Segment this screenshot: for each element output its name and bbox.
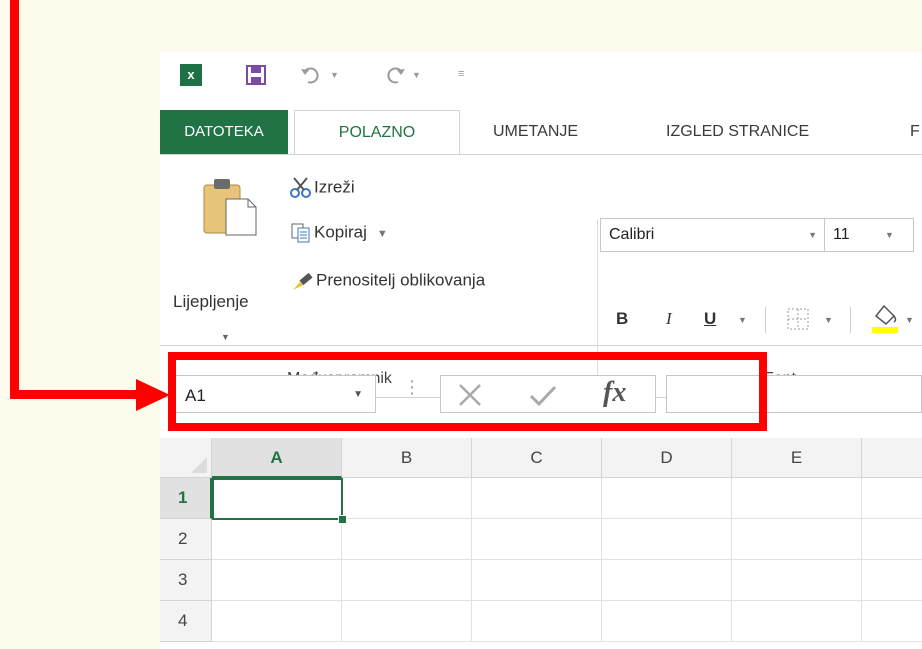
copy-button[interactable]: Kopiraj ▼ [290, 222, 388, 244]
column-header-e[interactable]: E [732, 438, 862, 478]
ribbon-tabs: DATOTEKA POLAZNO UMETANJE IZGLED STRANIC… [160, 110, 922, 156]
cell-f1[interactable] [862, 478, 922, 519]
borders-dropdown-icon[interactable]: ▼ [824, 315, 833, 325]
cell-f3[interactable] [862, 560, 922, 601]
copy-icon [291, 223, 310, 243]
underline-dropdown-icon[interactable]: ▼ [738, 315, 747, 325]
paintbrush-icon [293, 272, 313, 290]
cell-e2[interactable] [732, 519, 862, 560]
annotation-arrow-line [10, 390, 138, 399]
format-painter-label: Prenositelj oblikovanja [316, 270, 486, 290]
borders-icon[interactable] [786, 307, 810, 331]
fill-handle[interactable] [338, 515, 347, 524]
column-header-f[interactable]: F [862, 438, 922, 478]
annotation-arrow-line [10, 0, 19, 399]
annotation-highlight-box [168, 352, 767, 431]
row-header-1[interactable]: 1 [160, 478, 212, 519]
tab-insert[interactable]: UMETANJE [493, 110, 578, 154]
cell-c3[interactable] [472, 560, 602, 601]
font-size-value: 11 [833, 226, 850, 243]
column-header-d[interactable]: D [602, 438, 732, 478]
customize-icon[interactable]: ≡ [458, 68, 464, 80]
fill-color-icon[interactable] [870, 302, 900, 334]
cell-b1[interactable] [342, 478, 472, 519]
italic-button[interactable]: I [666, 309, 672, 329]
cell-d4[interactable] [602, 601, 732, 642]
cell-a3[interactable] [212, 560, 342, 601]
copy-dropdown-icon[interactable]: ▼ [377, 228, 388, 240]
quick-access-toolbar: x ▼ ▼ ≡ [160, 52, 922, 102]
cell-b3[interactable] [342, 560, 472, 601]
format-separator [765, 307, 766, 333]
font-name-value: Calibri [609, 226, 655, 243]
save-icon[interactable] [246, 65, 266, 85]
underline-button[interactable]: U [704, 309, 716, 329]
tab-formulas[interactable]: F [910, 110, 920, 154]
font-name-dropdown[interactable]: Calibri ▼ [600, 218, 826, 252]
tab-page-layout[interactable]: IZGLED STRANICE [666, 110, 809, 154]
scissors-icon [290, 177, 311, 198]
excel-logo-icon: x [180, 64, 202, 86]
cell-b4[interactable] [342, 601, 472, 642]
cut-label: Izreži [314, 177, 355, 197]
cell-d2[interactable] [602, 519, 732, 560]
format-separator [850, 307, 851, 333]
copy-label: Kopiraj [314, 222, 367, 242]
undo-dropdown-icon[interactable]: ▼ [330, 70, 339, 80]
worksheet-grid: A B C D E F 1 2 3 4 [160, 438, 922, 649]
font-size-dropdown[interactable]: 11 ▼ [824, 218, 914, 252]
undo-icon[interactable] [300, 65, 324, 85]
excel-window: x ▼ ▼ ≡ DATOTEKA POLAZNO UMETANJE IZGLED… [160, 52, 922, 649]
row-header-2[interactable]: 2 [160, 519, 212, 560]
cell-e1[interactable] [732, 478, 862, 519]
cut-button[interactable]: Izreži [290, 177, 355, 199]
fill-color-dropdown-icon[interactable]: ▼ [905, 315, 914, 325]
cell-b2[interactable] [342, 519, 472, 560]
cell-a4[interactable] [212, 601, 342, 642]
cell-f2[interactable] [862, 519, 922, 560]
cell-d3[interactable] [602, 560, 732, 601]
cell-d1[interactable] [602, 478, 732, 519]
column-header-b[interactable]: B [342, 438, 472, 478]
row-header-4[interactable]: 4 [160, 601, 212, 642]
cell-c2[interactable] [472, 519, 602, 560]
format-painter-button[interactable]: Prenositelj oblikovanja [290, 270, 485, 292]
cell-c4[interactable] [472, 601, 602, 642]
cell-e3[interactable] [732, 560, 862, 601]
annotation-arrowhead-icon [136, 379, 170, 411]
paste-button[interactable]: Lijepljenje [173, 292, 249, 312]
paste-icon[interactable] [202, 177, 260, 237]
cell-a2[interactable] [212, 519, 342, 560]
column-header-c[interactable]: C [472, 438, 602, 478]
column-header-a[interactable]: A [212, 438, 342, 478]
cell-f4[interactable] [862, 601, 922, 642]
chevron-down-icon: ▼ [808, 230, 817, 240]
bold-button[interactable]: B [616, 309, 628, 329]
tab-file[interactable]: DATOTEKA [160, 110, 288, 154]
select-all-corner[interactable] [160, 438, 212, 478]
chevron-down-icon: ▼ [885, 230, 894, 240]
cell-e4[interactable] [732, 601, 862, 642]
active-cell-a1[interactable] [212, 478, 343, 520]
tab-home[interactable]: POLAZNO [294, 110, 460, 156]
cell-c1[interactable] [472, 478, 602, 519]
redo-dropdown-icon[interactable]: ▼ [412, 70, 421, 80]
redo-icon[interactable] [382, 65, 406, 85]
row-header-3[interactable]: 3 [160, 560, 212, 601]
paste-dropdown-icon[interactable]: ▼ [221, 332, 230, 342]
